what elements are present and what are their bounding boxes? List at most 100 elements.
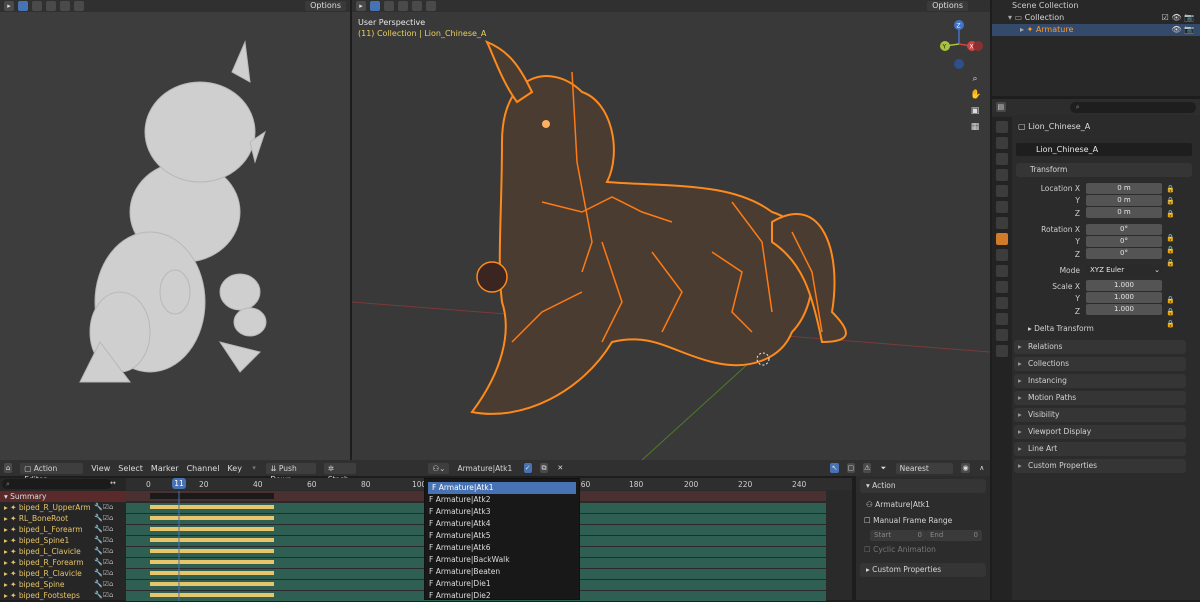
stash-button[interactable]: ✲ Stash [323,462,357,484]
rotation-mode-dropdown[interactable]: XYZ Euler ⌄ [1086,265,1164,276]
physics-tab-icon[interactable] [996,281,1008,293]
menu-view[interactable]: View [91,464,110,473]
world-tab-icon[interactable] [996,201,1008,213]
select-invert-icon[interactable] [60,1,70,11]
main-editor-type-icon[interactable]: ▸ [356,1,366,11]
select-subtract-icon[interactable] [46,1,56,11]
outliner-armature[interactable]: ▸ ✦ Armature 👁 📷 [992,24,1200,36]
manual-frame-range-checkbox[interactable]: ☐ Manual Frame Range [864,516,952,525]
lock-icons[interactable]: 🔒 🔒 🔒 🔒 🔒 🔒 🔒 🔒 🔒 [1166,183,1186,328]
left-options-button[interactable]: Options [305,1,346,11]
push-down-button[interactable]: ⇊ Push Down [266,462,316,484]
action-name-field[interactable]: Armature|Atk1 [457,464,515,473]
main-select-extend-icon[interactable] [384,1,394,11]
transform-panel-header[interactable]: Transform [1016,163,1192,177]
object-name-field[interactable]: Lion_Chinese_A [1016,143,1192,156]
editor-mode-dropdown[interactable]: ▢ Action Editor ⌄ [20,462,84,484]
only-selected-icon[interactable]: ↖ [830,463,839,473]
scale-z-field[interactable]: 1.000 [1086,304,1162,315]
view-layer-tab-icon[interactable] [996,169,1008,181]
custom-properties-panel[interactable]: Custom Properties [1014,459,1186,473]
action-item[interactable]: F Armature|Beaten [425,566,579,578]
cyclic-animation-checkbox[interactable]: ☐ Cyclic Animation [864,545,936,554]
main-select-invert-icon[interactable] [412,1,422,11]
scene-tab-icon[interactable] [996,185,1008,197]
main-options-button[interactable]: Options [927,1,968,11]
only-errors-icon[interactable]: ⚠ [863,463,872,473]
action-item[interactable]: F Armature|Atk4 [425,518,579,530]
menu-marker[interactable]: Marker [151,464,179,473]
location-y-field[interactable]: 0 m [1086,195,1162,206]
action-item[interactable]: F Armature|Atk1 [428,482,576,494]
armature-visibility-icon[interactable]: 👁 📷 [1171,24,1194,36]
filter-icon[interactable]: ⏷ [879,463,887,473]
outliner-scene-collection[interactable]: Scene Collection [992,0,1200,12]
particles-tab-icon[interactable] [996,265,1008,277]
relations-panel[interactable]: Relations [1014,340,1186,354]
motion-paths-panel[interactable]: Motion Paths [1014,391,1186,405]
location-z-field[interactable]: 0 m [1086,207,1162,218]
left-viewport[interactable] [0,12,350,460]
end-frame-field[interactable]: End 0 [926,530,982,541]
constraints-tab-icon[interactable] [996,297,1008,309]
viewport-display-panel[interactable]: Viewport Display [1014,425,1186,439]
visibility-icon[interactable]: ☑ 👁 📷 [1162,12,1194,24]
zoom-icon[interactable]: ⌕ [970,74,980,84]
tool-tab-icon[interactable] [996,121,1008,133]
action-item[interactable]: F Armature|Atk2 [425,494,579,506]
action-item[interactable]: F Armature|Atk6 [425,542,579,554]
menu-key[interactable]: Key [227,464,242,473]
editor-type-icon[interactable]: ▸ [4,1,14,11]
snap-mode-dropdown[interactable]: Nearest Frame [895,462,954,484]
select-intersect-icon[interactable] [74,1,84,11]
visibility-panel[interactable]: Visibility [1014,408,1186,422]
duplicate-action-icon[interactable]: ⧉ [539,463,549,473]
object-tab-icon[interactable] [996,233,1008,245]
menu-channel[interactable]: Channel [187,464,220,473]
current-frame-indicator[interactable]: 11 [172,478,186,489]
dopesheet-editor-icon[interactable]: ⌂ [4,463,13,473]
collections-panel[interactable]: Collections [1014,357,1186,371]
main-viewport[interactable]: User Perspective (11) Collection | Lion_… [352,12,990,460]
start-frame-field[interactable]: Start 0 [870,530,926,541]
scale-y-field[interactable]: 1.000 [1086,292,1162,303]
action-item[interactable]: F Armature|Atk3 [425,506,579,518]
modifiers-tab-icon[interactable] [996,249,1008,261]
action-item[interactable]: F Armature|Die2 [425,590,579,602]
material-tab-icon[interactable] [996,329,1008,341]
rotation-x-field[interactable]: 0° [1086,224,1162,235]
channel-search-input[interactable]: ⌕ [2,479,112,489]
action-item[interactable]: F Armature|Atk5 [425,530,579,542]
properties-search-input[interactable]: ⌕ [1069,101,1196,113]
data-tab-icon[interactable] [996,313,1008,325]
hand-pan-icon[interactable]: ✋ [970,90,981,100]
collection-tab-icon[interactable] [996,217,1008,229]
camera-icon[interactable]: ▣ [970,106,980,116]
action-section-header[interactable]: ▾ Action [860,479,986,493]
unlink-action-icon[interactable]: ✕ [556,463,564,473]
select-mode-icon[interactable] [18,1,28,11]
instancing-panel[interactable]: Instancing [1014,374,1186,388]
properties-editor-icon[interactable]: ▤ [996,102,1006,112]
main-select-subtract-icon[interactable] [398,1,408,11]
select-extend-icon[interactable] [32,1,42,11]
keyframes[interactable] [126,491,286,601]
navigation-gizmo[interactable]: Z Y X [937,20,987,80]
rotation-y-field[interactable]: 0° [1086,236,1162,247]
action-custom-properties-header[interactable]: ▸ Custom Properties [860,563,986,577]
location-x-field[interactable]: 0 m [1086,183,1162,194]
summary-channel[interactable]: ▾ Summary [0,491,126,502]
falloff-curve-icon[interactable]: ∧ [978,463,986,473]
menu-select[interactable]: Select [118,464,143,473]
channel-sync-icon[interactable]: ↔ [110,479,116,487]
rotation-z-field[interactable]: 0° [1086,248,1162,259]
texture-tab-icon[interactable] [996,345,1008,357]
scale-x-field[interactable]: 1.000 [1086,280,1162,291]
action-item[interactable]: F Armature|BackWalk [425,554,579,566]
grid-icon[interactable]: ▦ [970,122,980,132]
channel-toggle-icons[interactable]: 🔧☑⌂ 🔧☑⌂ 🔧☑⌂ 🔧☑⌂ 🔧☑⌂ 🔧☑⌂ 🔧☑⌂ 🔧☑⌂ 🔧☑⌂ [94,502,124,600]
main-select-intersect-icon[interactable] [426,1,436,11]
output-tab-icon[interactable] [996,153,1008,165]
line-art-panel[interactable]: Line Art [1014,442,1186,456]
proportional-edit-icon[interactable]: ◉ [961,463,970,473]
